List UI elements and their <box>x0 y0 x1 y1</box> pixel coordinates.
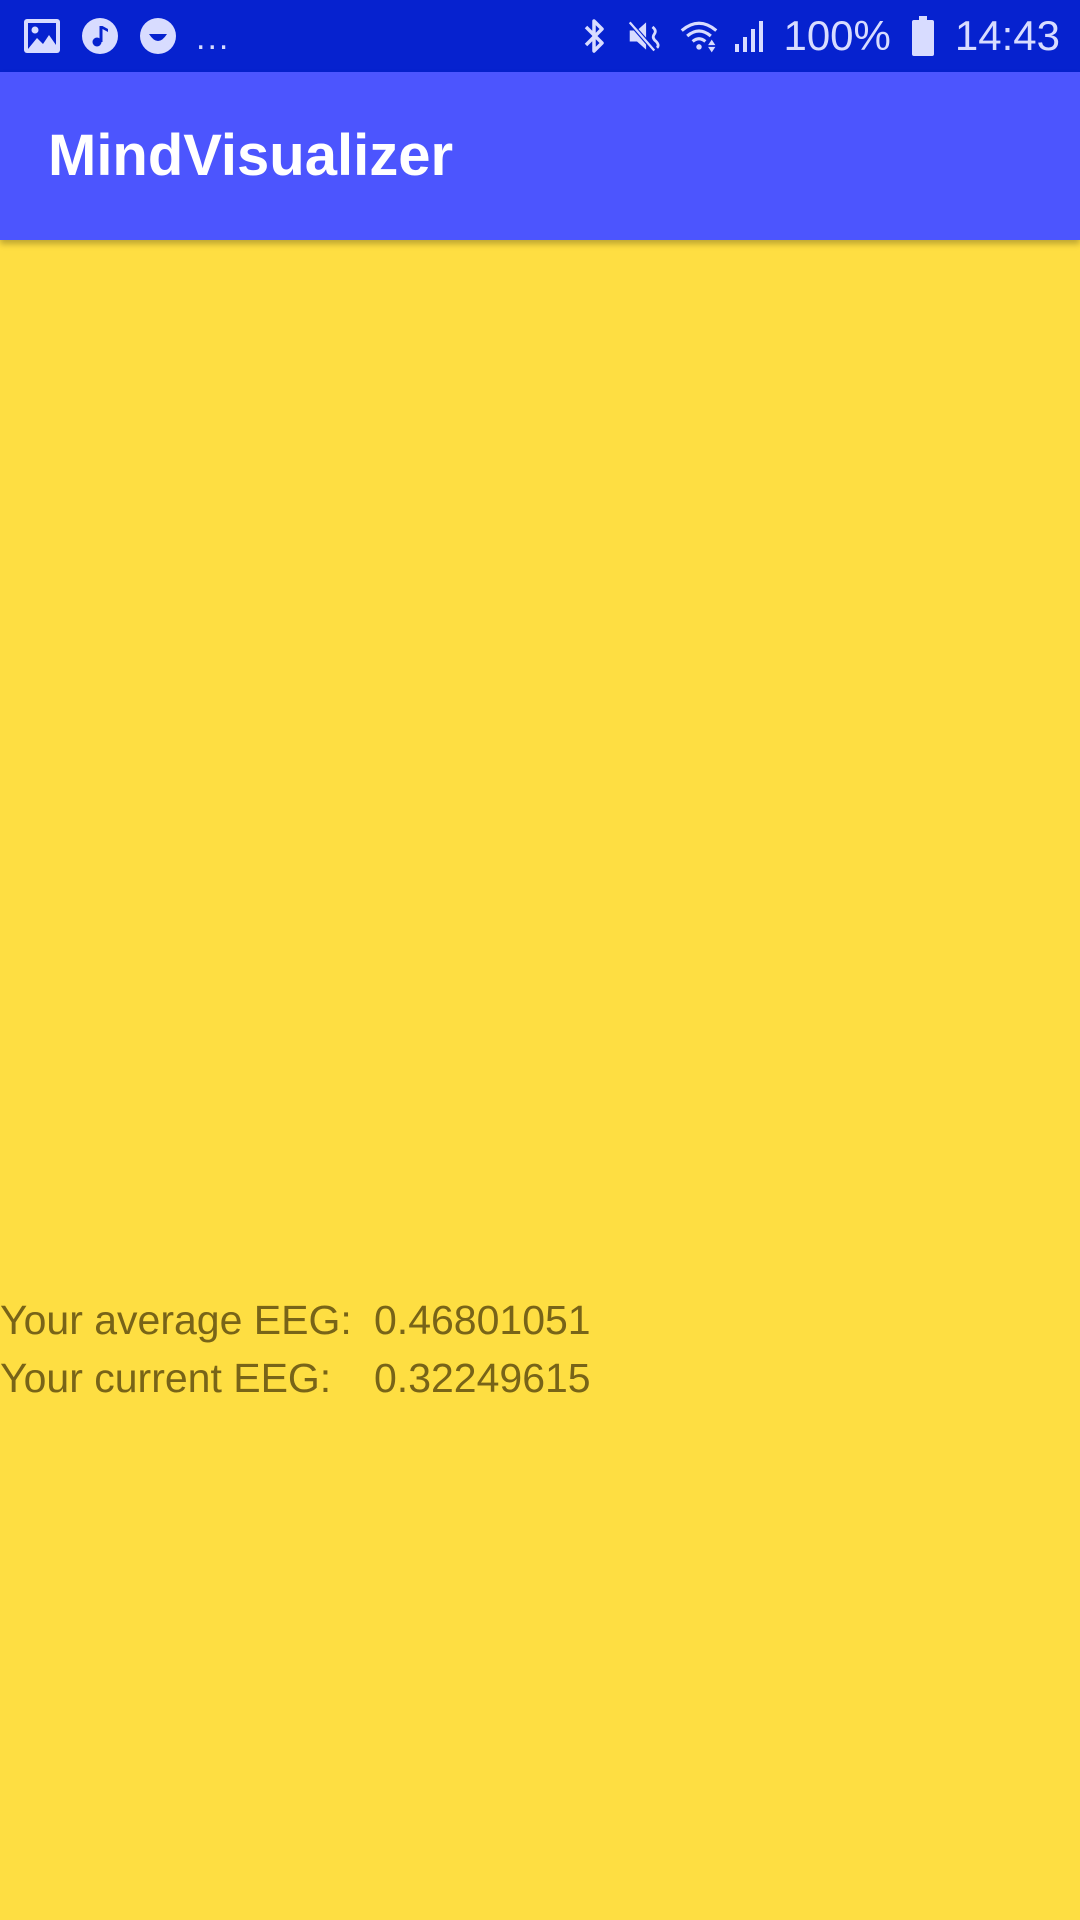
clock: 14:43 <box>954 12 1060 59</box>
music-icon <box>80 16 120 56</box>
average-eeg-value: 0.46801051 <box>374 1297 591 1343</box>
average-eeg-label: Your average EEG: <box>0 1297 352 1343</box>
mute-icon <box>627 16 667 56</box>
app-bar: MindVisualizer <box>0 72 1080 240</box>
battery-percent: 100% <box>783 12 891 59</box>
wifi-icon <box>679 16 719 56</box>
current-eeg-label: Your current EEG: <box>0 1355 332 1401</box>
current-eeg-value: 0.32249615 <box>374 1355 591 1401</box>
battery-icon <box>903 16 943 56</box>
app-title: MindVisualizer <box>48 123 454 188</box>
main-content: Your average EEG: 0.46801051 Your curren… <box>0 240 1080 1920</box>
notification-area: ... <box>22 0 230 72</box>
smiley-icon <box>138 16 178 56</box>
signal-icon <box>731 16 771 56</box>
status-bar: ... 100% 14:43 <box>0 0 1080 72</box>
bluetooth-icon <box>575 16 615 56</box>
gallery-icon <box>22 16 62 56</box>
more-notifications-indicator: ... <box>196 19 231 57</box>
system-tray: 100% 14:43 <box>575 0 1060 72</box>
